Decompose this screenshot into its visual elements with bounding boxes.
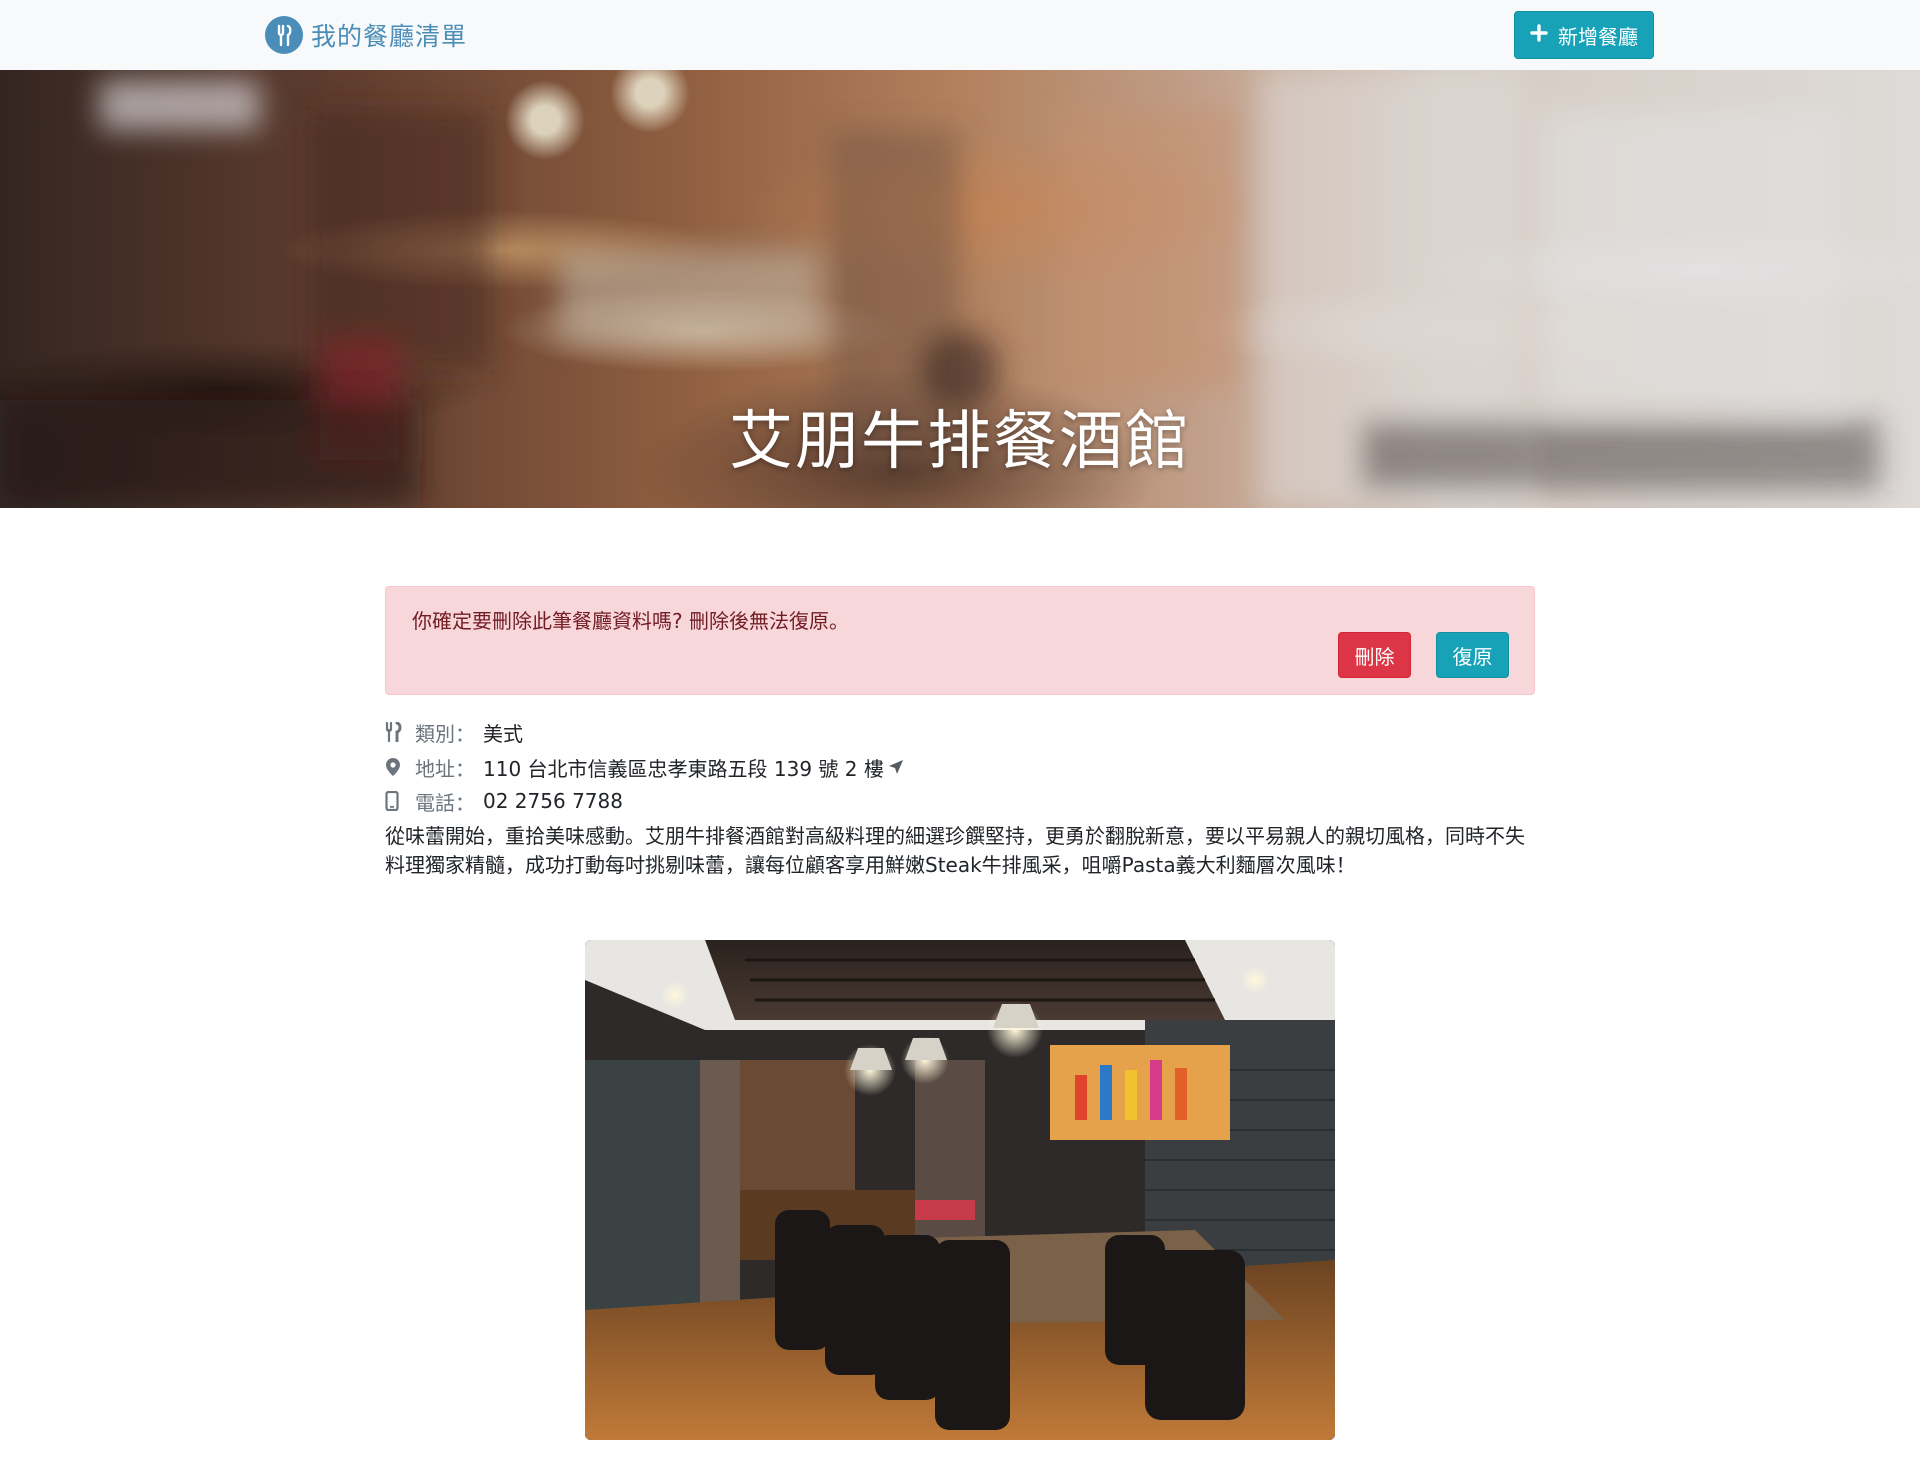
restaurant-description: 從味蕾開始，重拾美味感動。艾朋牛排餐酒館對高級料理的細選珍饌堅持，更勇於翻脫新意… [385, 824, 1525, 877]
map-marker-icon [385, 757, 413, 777]
restore-button[interactable]: 復原 [1436, 632, 1509, 678]
restaurant-name-heading: 艾朋牛排餐酒館 [729, 405, 1191, 479]
top-navbar: 我的餐廳清單 新增餐廳 [0, 0, 1920, 70]
restaurant-interior-image [585, 940, 1335, 1440]
address-value: 110 台北市信義區忠孝東路五段 139 號 2 樓 [483, 756, 884, 781]
brand-link[interactable]: 我的餐廳清單 [265, 15, 467, 55]
location-arrow-icon[interactable] [888, 759, 904, 775]
alert-message: 你確定要刪除此筆餐廳資料嗎? 刪除後無法復原。 [412, 609, 849, 633]
utensils-icon [385, 722, 413, 742]
delete-button[interactable]: 刪除 [1338, 632, 1411, 678]
category-label: 類別： [415, 721, 475, 746]
address-row: 地址： 110 台北市信義區忠孝東路五段 139 號 2 樓 [385, 752, 904, 782]
phone-value: 02 2756 7788 [483, 789, 623, 813]
utensils-icon [265, 16, 303, 54]
delete-confirmation-alert: 你確定要刪除此筆餐廳資料嗎? 刪除後無法復原。 刪除 復原 [385, 586, 1535, 695]
phone-label: 電話： [415, 790, 475, 815]
add-restaurant-button[interactable]: 新增餐廳 [1514, 11, 1654, 59]
mobile-phone-icon [385, 791, 413, 811]
add-restaurant-label: 新增餐廳 [1558, 24, 1638, 49]
category-value: 美式 [483, 721, 523, 746]
plus-icon [1530, 23, 1548, 47]
hero-banner: 艾朋牛排餐酒館 [0, 70, 1920, 508]
restaurant-photo [585, 940, 1335, 1440]
phone-row: 電話： 02 2756 7788 [385, 786, 623, 816]
brand-title: 我的餐廳清單 [311, 22, 468, 51]
address-label: 地址： [415, 756, 475, 781]
category-row: 類別： 美式 [385, 717, 523, 747]
